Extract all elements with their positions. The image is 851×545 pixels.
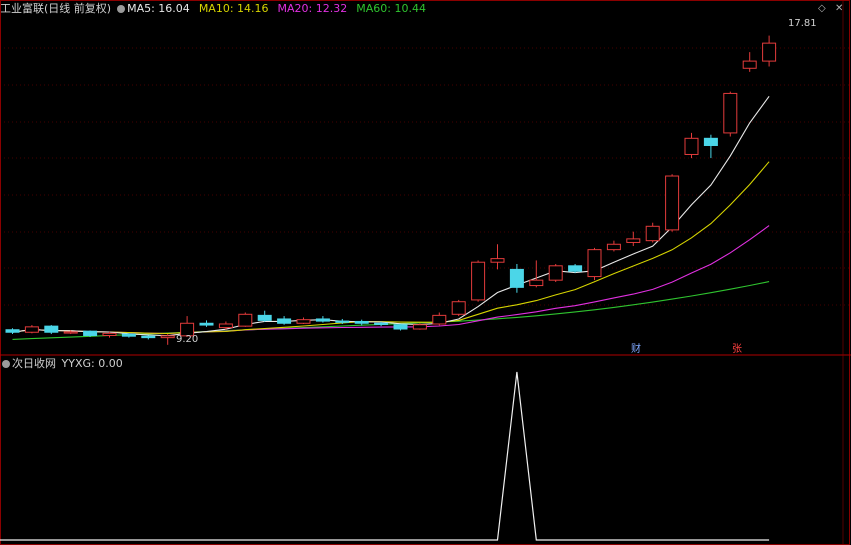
candle-down xyxy=(374,322,389,325)
candle-down xyxy=(141,335,156,339)
candle-up xyxy=(102,332,117,336)
candlesticks xyxy=(5,35,777,345)
moving-average-lines xyxy=(12,95,770,340)
candle-down xyxy=(509,268,524,288)
candle-down xyxy=(44,325,59,333)
candle-up xyxy=(412,324,427,330)
candle-up xyxy=(490,258,505,263)
marker-cai: 财 xyxy=(631,342,641,355)
candle-up xyxy=(529,279,544,287)
chart-annotations: 17.81 9.20 财 张 xyxy=(176,18,817,355)
stock-chart-window: 工业富联(日线 前复权) MA5: 16.04 MA10: 14.16 MA20:… xyxy=(0,0,851,545)
candle-down xyxy=(277,318,292,324)
grid-lines xyxy=(0,0,851,545)
ma20-line xyxy=(12,225,770,335)
candle-down xyxy=(703,137,718,146)
ma10-line xyxy=(12,161,770,335)
candle-up xyxy=(451,301,466,315)
candle-up xyxy=(742,60,757,69)
chart-canvas: 17.81 9.20 财 张 xyxy=(0,0,851,545)
candle-down xyxy=(335,320,350,323)
candle-up xyxy=(626,238,641,243)
high-price-label: 17.81 xyxy=(788,18,817,29)
candle-up xyxy=(645,225,660,242)
ma60-line xyxy=(12,281,770,340)
candle-down xyxy=(83,330,98,336)
indicator-line xyxy=(0,371,770,541)
yyxg-line xyxy=(0,371,770,541)
candle-down xyxy=(393,324,408,330)
candle-down xyxy=(5,329,20,333)
candle-down xyxy=(257,314,272,321)
candle-up xyxy=(432,314,447,325)
candle-down xyxy=(121,333,136,337)
candle-up xyxy=(723,92,738,134)
candle-up xyxy=(548,265,563,281)
candle-up xyxy=(587,249,602,278)
candle-up xyxy=(606,243,621,251)
candle-up xyxy=(471,261,486,301)
candle-up xyxy=(218,323,233,329)
candle-down xyxy=(568,265,583,272)
candle-up xyxy=(684,137,699,155)
ma5-line xyxy=(12,95,770,337)
low-price-label: 9.20 xyxy=(176,334,198,345)
candle-up xyxy=(63,331,78,334)
candle-down xyxy=(354,320,369,324)
candle-up xyxy=(762,42,777,62)
candle-down xyxy=(315,318,330,322)
candle-up xyxy=(296,319,311,324)
candle-up xyxy=(665,175,680,231)
candle-down xyxy=(199,322,214,326)
candle-up xyxy=(24,326,39,333)
candle-up xyxy=(160,335,175,339)
candle-up xyxy=(238,313,253,327)
chart-border xyxy=(0,0,850,545)
marker-zhang: 张 xyxy=(732,343,742,355)
